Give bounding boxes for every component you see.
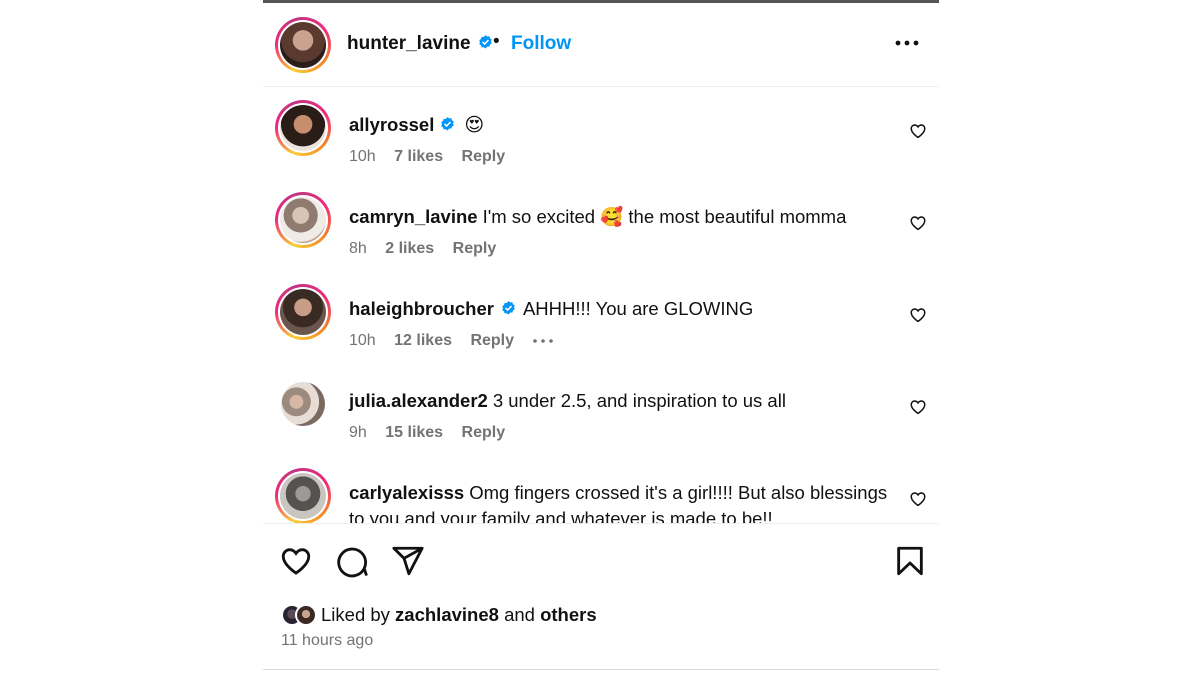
comment-time: 9h	[349, 424, 367, 441]
heart-icon[interactable]	[909, 122, 927, 140]
likes-summary: Liked by zachlavine8 and others	[281, 600, 597, 630]
author-username-row[interactable]: hunter_lavine	[347, 33, 494, 55]
commenter-avatar[interactable]	[275, 100, 331, 156]
post-action-bar	[263, 530, 939, 590]
comment-username[interactable]: allyrossel	[349, 114, 434, 135]
reply-button[interactable]: Reply	[462, 424, 506, 441]
post-comments-panel: hunter_lavine • Follow allyrossel 😍 10h 7…	[263, 0, 939, 675]
comment-item: allyrossel 😍 10h 7 likes Reply	[263, 88, 939, 180]
liked-by-prefix: Liked by	[321, 604, 390, 625]
verified-badge-icon	[441, 117, 455, 131]
comment-likes[interactable]: 2 likes	[385, 240, 434, 257]
comment-time: 10h	[349, 332, 376, 349]
comment-meta: 9h 15 likes Reply	[349, 424, 519, 442]
more-horizontal-icon[interactable]	[893, 33, 921, 53]
comment-meta: 10h 12 likes Reply	[349, 332, 528, 350]
verified-badge-icon	[502, 301, 515, 315]
comment-time: 8h	[349, 240, 367, 257]
commenter-avatar[interactable]	[275, 284, 331, 340]
comment-text: allyrossel 😍	[349, 112, 889, 138]
comments-list[interactable]: allyrossel 😍 10h 7 likes Reply camryn_lav…	[263, 88, 939, 524]
follow-button[interactable]: Follow	[511, 33, 571, 55]
reply-button[interactable]: Reply	[453, 240, 497, 257]
comment-likes[interactable]: 15 likes	[385, 424, 443, 441]
reply-button[interactable]: Reply	[470, 332, 514, 349]
author-avatar[interactable]	[275, 17, 331, 73]
comment-options-icon[interactable]	[531, 334, 555, 348]
comment-username[interactable]: carlyalexisss	[349, 482, 464, 503]
comment-item: camryn_lavine I'm so excited 🥰 the most b…	[263, 180, 939, 272]
comment-meta: 10h 7 likes Reply	[349, 148, 519, 166]
comment-username[interactable]: haleighbroucher	[349, 298, 494, 319]
bookmark-icon[interactable]	[893, 544, 927, 578]
comment-text: carlyalexisss Omg fingers crossed it's a …	[349, 480, 889, 523]
comment-icon[interactable]	[335, 544, 369, 578]
heart-icon[interactable]	[909, 490, 927, 508]
comment-body: 3 under 2.5, and inspiration to us all	[492, 390, 786, 411]
liked-by-middle: and	[504, 604, 535, 625]
comment-username[interactable]: camryn_lavine	[349, 206, 478, 227]
comment-time: 10h	[349, 148, 376, 165]
comment-item: julia.alexander2 3 under 2.5, and inspira…	[263, 364, 939, 456]
liked-by-text: Liked by zachlavine8 and others	[321, 604, 597, 626]
author-username[interactable]: hunter_lavine	[347, 33, 471, 54]
post-timestamp[interactable]: 11 hours ago	[281, 632, 373, 650]
comment-text: camryn_lavine I'm so excited 🥰 the most b…	[349, 204, 889, 230]
heart-icon[interactable]	[909, 214, 927, 232]
reply-button[interactable]: Reply	[462, 148, 506, 165]
commenter-avatar[interactable]	[281, 382, 325, 426]
comment-item: carlyalexisss Omg fingers crossed it's a …	[263, 456, 939, 523]
comment-item: haleighbroucher AHHH!!! You are GLOWING 1…	[263, 272, 939, 364]
comment-text: haleighbroucher AHHH!!! You are GLOWING	[349, 296, 889, 322]
comment-emoji: 😍	[464, 114, 485, 136]
liked-by-others[interactable]: others	[540, 604, 597, 625]
commenter-avatar[interactable]	[275, 468, 331, 523]
comment-likes[interactable]: 12 likes	[394, 332, 452, 349]
comment-likes[interactable]: 7 likes	[394, 148, 443, 165]
liker-avatar[interactable]	[295, 604, 317, 626]
send-icon[interactable]	[391, 544, 425, 578]
heart-icon[interactable]	[909, 306, 927, 324]
heart-icon[interactable]	[279, 544, 313, 578]
comment-body: AHHH!!! You are GLOWING	[522, 298, 754, 319]
liked-by-user[interactable]: zachlavine8	[395, 604, 499, 625]
comment-body: I'm so excited 🥰 the most beautiful momm…	[482, 206, 847, 227]
comment-username[interactable]: julia.alexander2	[349, 390, 488, 411]
commenter-avatar[interactable]	[275, 192, 331, 248]
bottom-divider	[263, 669, 939, 670]
post-header: hunter_lavine • Follow	[263, 3, 939, 87]
comment-meta: 8h 2 likes Reply	[349, 240, 510, 258]
heart-icon[interactable]	[909, 398, 927, 416]
verified-badge-icon	[478, 35, 492, 49]
header-separator: •	[493, 31, 500, 52]
comment-text: julia.alexander2 3 under 2.5, and inspira…	[349, 388, 889, 414]
